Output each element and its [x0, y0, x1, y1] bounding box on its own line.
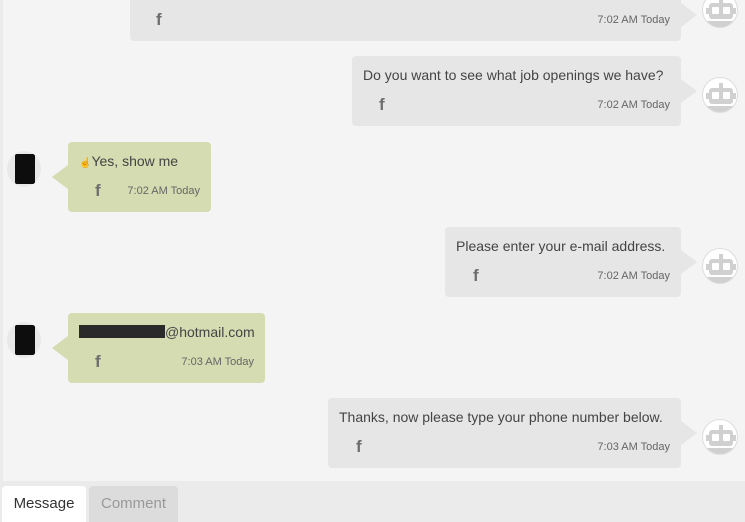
user-message: @hotmail.com f 7:03 AM Today	[52, 313, 265, 383]
bot-avatar	[702, 419, 738, 455]
robot-icon	[706, 425, 736, 454]
robot-icon	[706, 254, 736, 283]
facebook-icon: f	[95, 181, 101, 200]
tab-message[interactable]: Message	[2, 486, 86, 522]
redacted-text	[79, 325, 165, 338]
chat-transcript: f 7:02 AM Today Do you want to see what …	[3, 0, 745, 481]
message-timestamp: 7:02 AM Today	[597, 99, 670, 111]
robot-icon	[706, 83, 736, 112]
message-timestamp: 7:02 AM Today	[127, 185, 200, 197]
bot-message: Do you want to see what job openings we …	[352, 56, 697, 126]
message-timestamp: 7:03 AM Today	[181, 356, 254, 368]
bot-avatar	[702, 77, 738, 113]
message-text: Do you want to see what job openings we …	[363, 67, 664, 83]
bot-message: f 7:02 AM Today	[130, 0, 697, 41]
bot-message: Thanks, now please type your phone numbe…	[328, 398, 697, 468]
tab-comment[interactable]: Comment	[89, 486, 178, 522]
message-timestamp: 7:03 AM Today	[597, 441, 670, 453]
facebook-icon: f	[95, 352, 101, 371]
facebook-icon: f	[379, 95, 385, 114]
message-timestamp: 7:02 AM Today	[597, 270, 670, 282]
message-timestamp: 7:02 AM Today	[597, 14, 670, 26]
robot-icon	[706, 0, 736, 27]
pointing-hand-icon: ☝	[79, 158, 92, 169]
user-avatar	[7, 151, 41, 187]
bot-avatar	[702, 0, 738, 28]
facebook-icon: f	[473, 266, 479, 285]
message-text: @hotmail.com	[79, 324, 255, 340]
message-text: Thanks, now please type your phone numbe…	[339, 409, 663, 425]
facebook-icon: f	[356, 437, 362, 456]
message-text: Please enter your e-mail address.	[456, 238, 666, 254]
bot-message: Please enter your e-mail address. f 7:02…	[445, 227, 697, 297]
bot-avatar	[702, 248, 738, 284]
facebook-icon: f	[156, 10, 162, 29]
composer-tab-bar: Message Comment	[0, 481, 745, 522]
user-message: ☝Yes, show me f 7:02 AM Today	[52, 142, 211, 212]
message-text: ☝Yes, show me	[79, 153, 179, 169]
user-avatar	[7, 322, 41, 358]
